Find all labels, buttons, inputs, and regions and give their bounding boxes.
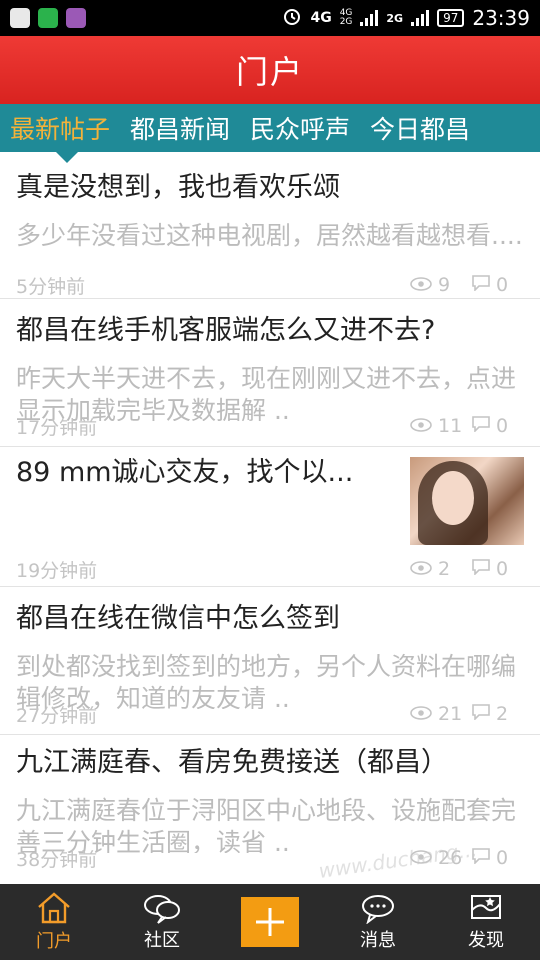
plus-icon[interactable] <box>241 897 299 947</box>
clock: 23:39 <box>472 6 530 30</box>
eye-icon <box>410 274 432 296</box>
nav-portal[interactable]: 门户 <box>0 884 108 960</box>
post-time: 17分钟前 <box>16 416 98 438</box>
eye-icon <box>410 847 432 869</box>
nav-discover[interactable]: 发现 <box>432 884 540 960</box>
comment-count: 0 <box>496 415 509 437</box>
comment-icon <box>472 415 490 437</box>
page-title: 门户 <box>235 53 304 91</box>
post-title: 都昌在线手机客服端怎么又进不去? <box>16 315 436 346</box>
post-title: 都昌在线在微信中怎么签到 <box>16 603 340 634</box>
post-meta: 38分钟前 26 0 <box>16 847 524 869</box>
comment-count: 2 <box>496 703 509 725</box>
post-stats: 21 2 <box>410 703 524 725</box>
qq-notification-icon <box>10 8 30 28</box>
post-meta: 17分钟前 11 0 <box>16 415 524 437</box>
list-item[interactable]: 九江满庭春、看房免费接送（都昌） 九江满庭春位于浔阳区中心地段、设施配套完善三分… <box>0 735 540 881</box>
eye-icon <box>410 415 432 437</box>
wechat-notification-icon <box>38 8 58 28</box>
post-meta: 19分钟前 2 0 <box>16 558 524 580</box>
gallery-notification-icon <box>66 8 86 28</box>
post-time: 38分钟前 <box>16 848 98 870</box>
system-icons: 4G 4G 2G 2G 97 23:39 <box>282 6 530 31</box>
post-stats: 9 0 <box>410 274 524 296</box>
view-count: 11 <box>438 415 463 437</box>
view-count: 2 <box>438 558 451 580</box>
comment-icon <box>472 703 490 725</box>
alarm-icon <box>282 6 302 31</box>
post-stats: 26 0 <box>410 847 524 869</box>
tab-duchang-news[interactable]: 都昌新闻 <box>120 104 240 152</box>
post-excerpt: 多少年没看过这种电视剧，居然越看越想看.... <box>16 221 523 250</box>
post-meta: 5分钟前 9 0 <box>16 274 524 296</box>
comment-icon <box>472 847 490 869</box>
post-time: 19分钟前 <box>16 559 98 581</box>
home-icon <box>36 891 72 925</box>
view-count: 9 <box>438 274 451 296</box>
list-item[interactable]: 89 mm诚心交友，找个以... 19分钟前 2 0 <box>0 447 540 587</box>
comment-count: 0 <box>496 847 509 869</box>
comment-count: 0 <box>496 558 509 580</box>
nav-portal-label: 门户 <box>36 931 72 952</box>
post-time: 27分钟前 <box>16 704 98 726</box>
notification-icons <box>10 8 86 28</box>
view-count: 26 <box>438 847 463 869</box>
post-excerpt: 到处都没找到签到的地方，另个人资料在哪编辑修改，知道的友友请 .. <box>16 652 517 709</box>
category-tabs: 最新帖子 都昌新闻 民众呼声 今日都昌 <box>0 104 540 152</box>
comment-icon <box>472 274 490 296</box>
nav-discover-label: 发现 <box>468 930 504 951</box>
eye-icon <box>410 703 432 725</box>
post-excerpt: 九江满庭春位于浔阳区中心地段、设施配套完善三分钟生活圈，读省 .. <box>16 796 517 853</box>
post-feed[interactable]: 真是没想到，我也看欢乐颂 多少年没看过这种电视剧，居然越看越想看.... 5分钟… <box>0 152 540 882</box>
eye-icon <box>410 558 432 580</box>
app-header: 门户 <box>0 36 540 104</box>
post-title: 89 mm诚心交友，找个以... <box>16 457 354 488</box>
post-excerpt: 昨天大半天进不去，现在刚刚又进不去，点进显示加载完毕及数据解 .. <box>16 364 517 421</box>
list-item[interactable]: 都昌在线在微信中怎么签到 到处都没找到签到的地方，另个人资料在哪编辑修改，知道的… <box>0 587 540 735</box>
network-small-bottom: 2G <box>339 17 353 27</box>
signal-icon-2 <box>411 10 430 26</box>
network-small: 4G 2G <box>340 9 353 27</box>
nav-messages[interactable]: 消息 <box>324 884 432 960</box>
comment-count: 0 <box>496 274 509 296</box>
network-type-2: 2G <box>386 11 404 25</box>
nav-community[interactable]: 社区 <box>108 884 216 960</box>
post-stats: 11 0 <box>410 415 524 437</box>
post-time: 5分钟前 <box>16 275 86 297</box>
discover-flag-icon <box>468 892 504 924</box>
signal-icon <box>360 10 379 26</box>
chat-bubbles-icon <box>142 892 182 924</box>
post-title: 九江满庭春、看房免费接送（都昌） <box>16 747 448 778</box>
post-stats: 2 0 <box>410 558 524 580</box>
network-type: 4G <box>310 10 332 26</box>
tab-latest-posts[interactable]: 最新帖子 <box>0 104 120 152</box>
nav-community-label: 社区 <box>144 930 180 951</box>
post-title: 真是没想到，我也看欢乐颂 <box>16 172 340 203</box>
tab-public-voice[interactable]: 民众呼声 <box>240 104 360 152</box>
nav-messages-label: 消息 <box>360 930 396 951</box>
battery-level: 97 <box>437 9 465 27</box>
thumbnail-face-shape <box>432 471 474 525</box>
post-meta: 27分钟前 21 2 <box>16 703 524 725</box>
list-item[interactable]: 真是没想到，我也看欢乐颂 多少年没看过这种电视剧，居然越看越想看.... 5分钟… <box>0 152 540 299</box>
post-thumbnail[interactable] <box>410 457 524 545</box>
comment-icon <box>472 558 490 580</box>
list-item[interactable]: 都昌在线手机客服端怎么又进不去? 昨天大半天进不去，现在刚刚又进不去，点进显示加… <box>0 299 540 447</box>
bottom-navigation: 门户 社区 消息 发现 <box>0 884 540 960</box>
tab-today-duchang[interactable]: 今日都昌 <box>360 104 480 152</box>
nav-new-post[interactable] <box>216 884 324 960</box>
active-tab-indicator <box>56 152 78 163</box>
status-bar: 4G 4G 2G 2G 97 23:39 <box>0 0 540 36</box>
message-icon <box>358 892 398 924</box>
view-count: 21 <box>438 703 463 725</box>
